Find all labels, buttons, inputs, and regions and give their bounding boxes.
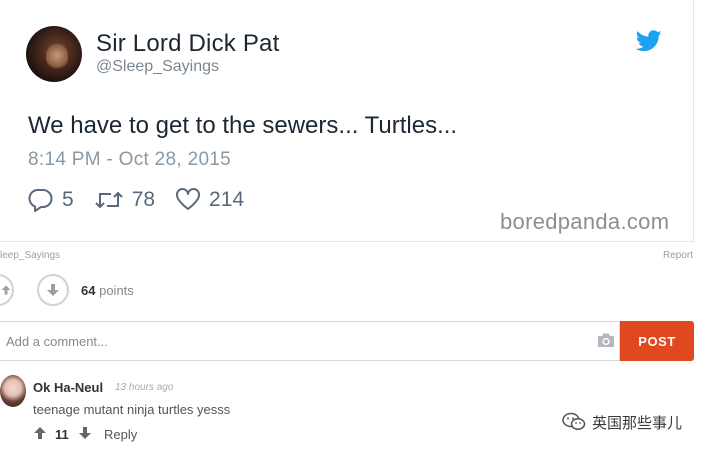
commenter-avatar[interactable] (0, 375, 26, 407)
comment-vote-count: 11 (55, 427, 69, 442)
reply-icon (28, 188, 53, 212)
arrow-up-icon (1, 285, 11, 295)
commenter-name[interactable]: Ok Ha-Neul (33, 380, 103, 395)
comment-reply-link[interactable]: Reply (104, 427, 137, 442)
wechat-watermark: 英国那些事儿 (562, 411, 682, 433)
retweet-icon (94, 191, 123, 209)
points-value: 64 (81, 283, 96, 298)
tweet-actions: 5 78 214 (28, 186, 264, 214)
arrow-down-icon (47, 284, 59, 296)
comment-downvote-icon[interactable] (78, 426, 92, 440)
twitter-bird-icon[interactable] (636, 30, 662, 52)
like-count: 214 (209, 188, 245, 211)
post-points: 64 points (81, 283, 134, 298)
points-label: points (99, 283, 134, 298)
boredpanda-watermark: boredpanda.com (500, 209, 670, 234)
comment-form (0, 321, 620, 361)
tweet-text: We have to get to the sewers... Turtles.… (28, 112, 458, 139)
tweet-author-handle[interactable]: @Sleep_Sayings (96, 58, 219, 76)
report-link[interactable]: Report (663, 250, 693, 261)
embedded-tweet-card: Sir Lord Dick Pat @Sleep_Sayings We have… (0, 0, 694, 242)
reply-action[interactable]: 5 (28, 187, 74, 213)
comment-text: teenage mutant ninja turtles yesss (33, 402, 231, 417)
wechat-account-name: 英国那些事儿 (592, 414, 683, 432)
tweet-author-name[interactable]: Sir Lord Dick Pat (96, 30, 279, 58)
downvote-button[interactable] (37, 274, 69, 306)
retweet-action[interactable]: 78 (94, 187, 155, 213)
post-source-label[interactable]: leep_Sayings (0, 250, 60, 261)
comment-time: 13 hours ago (115, 382, 174, 393)
reply-count: 5 (62, 188, 74, 211)
post-comment-button[interactable]: POST (620, 321, 694, 361)
wechat-icon (562, 412, 586, 430)
comment-input[interactable] (6, 322, 576, 360)
like-action[interactable]: 214 (175, 187, 244, 213)
camera-icon[interactable] (596, 331, 616, 349)
upvote-button[interactable] (0, 274, 14, 306)
comment-upvote-icon[interactable] (33, 426, 47, 440)
heart-icon (176, 188, 201, 210)
retweet-count: 78 (131, 188, 156, 211)
tweet-author-avatar[interactable] (26, 26, 82, 82)
tweet-timestamp[interactable]: 8:14 PM - Oct 28, 2015 (28, 149, 231, 171)
